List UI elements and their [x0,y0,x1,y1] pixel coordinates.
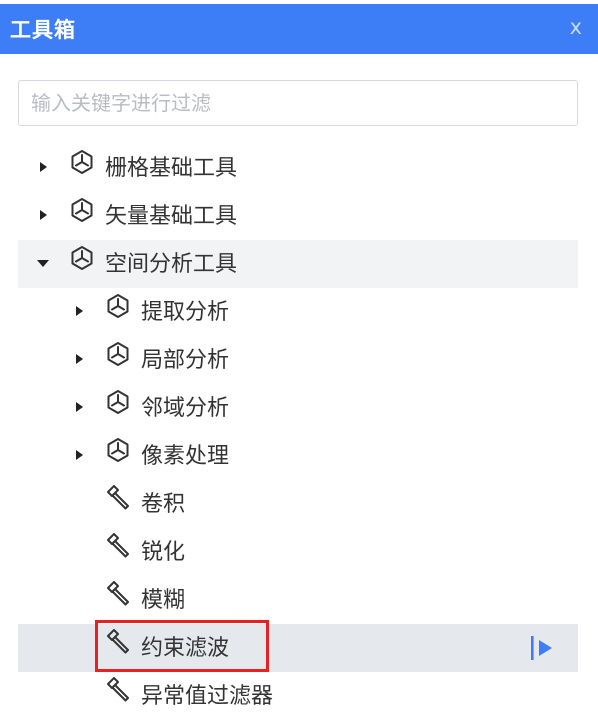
tree-item[interactable]: 约束滤波 [18,624,578,672]
caret-right-icon[interactable] [72,448,86,462]
cube-icon [104,292,132,320]
hammer-icon [104,676,132,704]
close-button[interactable]: x [564,15,588,43]
tree-item[interactable]: 栅格基础工具 [18,144,578,192]
cube-icon [104,340,132,368]
tree-item-label: 锐化 [141,540,186,565]
hammer-icon [104,532,132,560]
tree-item[interactable]: 异常值过滤器 [18,672,578,720]
tree-item-label: 像素处理 [141,444,230,469]
hammer-icon [104,580,132,608]
cube-icon [68,244,96,272]
run-icon[interactable] [530,634,556,662]
caret-right-icon[interactable] [72,352,86,366]
tool-tree: 栅格基础工具 矢量基础工具 空间分析工具提取分析局部分析邻域分析像素处理卷积锐化模糊… [18,144,578,720]
tree-item-label: 模糊 [141,588,186,613]
cube-icon [104,436,132,464]
tree-item-label: 提取分析 [141,300,230,325]
tree-item[interactable]: 像素处理 [18,432,578,480]
tree-item-label: 约束滤波 [141,636,230,661]
tree-item-label: 栅格基础工具 [105,156,238,181]
search-box [18,80,578,126]
tree-item-label: 卷积 [141,492,186,517]
tree-item-label: 异常值过滤器 [141,684,274,709]
tree-item-label: 邻域分析 [141,396,230,421]
window-title: 工具箱 [10,18,76,42]
cube-icon [104,388,132,416]
caret-down-icon[interactable] [36,256,50,270]
caret-right-icon[interactable] [72,304,86,318]
tree-item[interactable]: 提取分析 [18,288,578,336]
hammer-icon [104,484,132,512]
tree-item-label: 空间分析工具 [105,252,238,277]
tree-item[interactable]: 邻域分析 [18,384,578,432]
tree-item-label: 局部分析 [141,348,230,373]
hammer-icon [104,628,132,656]
caret-right-icon[interactable] [36,160,50,174]
tree-item[interactable]: 模糊 [18,576,578,624]
title-bar: 工具箱 x [0,4,598,54]
caret-right-icon[interactable] [36,208,50,222]
tree-item[interactable]: 空间分析工具 [18,240,578,288]
tree-item[interactable]: 卷积 [18,480,578,528]
tree-item[interactable]: 局部分析 [18,336,578,384]
caret-right-icon[interactable] [72,400,86,414]
cube-icon [68,148,96,176]
cube-icon [68,196,96,224]
tree-item[interactable]: 矢量基础工具 [18,192,578,240]
tree-item[interactable]: 锐化 [18,528,578,576]
search-input[interactable] [19,81,577,125]
tree-item-label: 矢量基础工具 [105,204,238,229]
